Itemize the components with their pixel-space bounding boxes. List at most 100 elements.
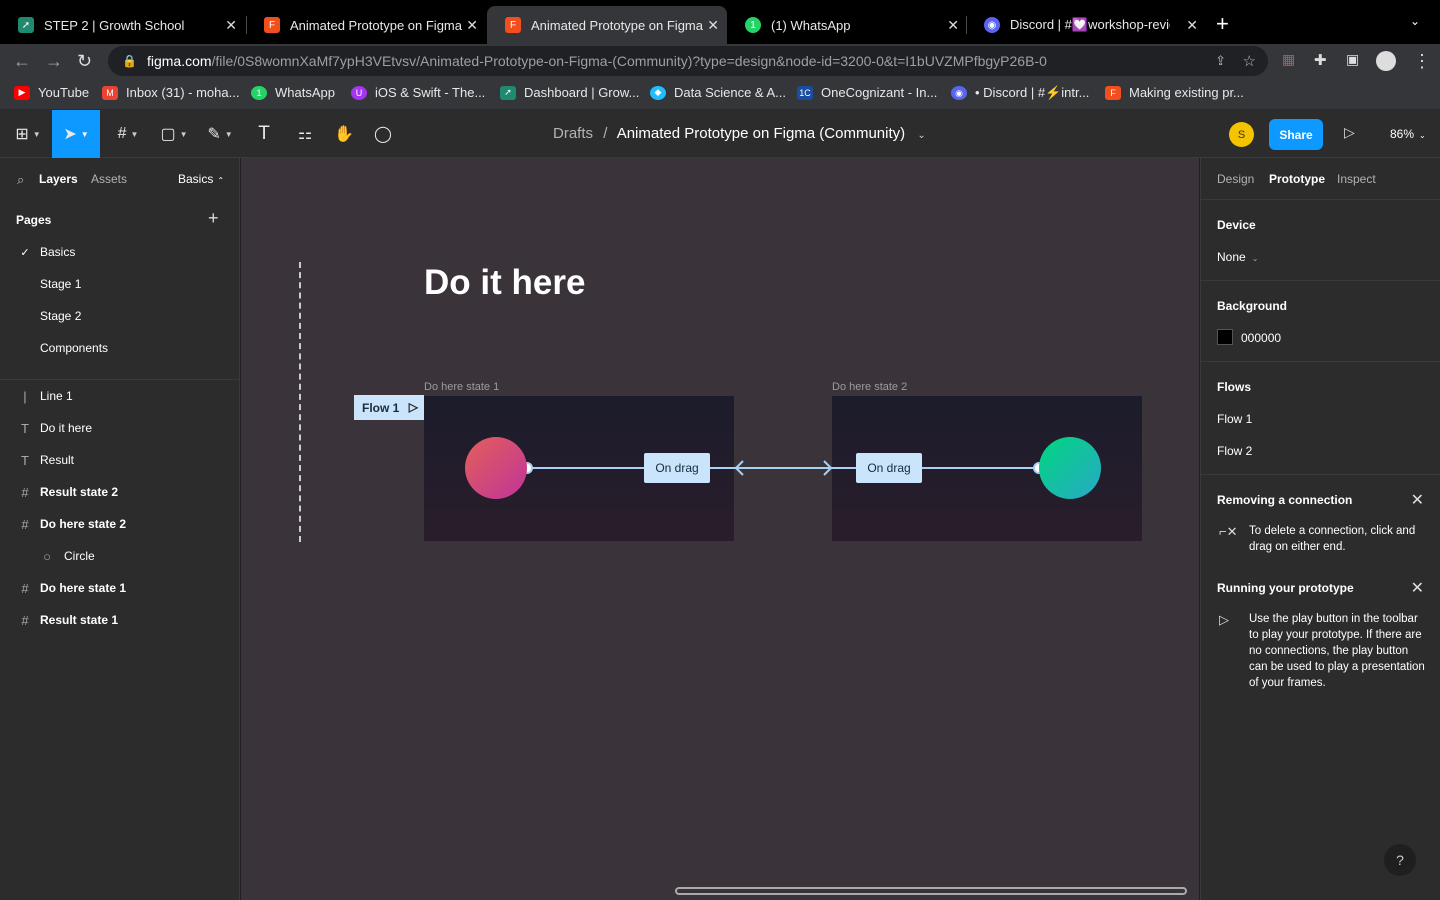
frame-icon: # [21, 516, 29, 532]
file-name[interactable]: Animated Prototype on Figma (Community) [617, 125, 905, 142]
address-bar[interactable]: 🔒 figma.com /file/0S8womnXaMf7ypH3VEtvsv… [108, 46, 1268, 76]
background-hex-input[interactable]: 000000 [1241, 331, 1281, 345]
page-item-components[interactable]: Components [0, 332, 239, 364]
close-tab-icon[interactable]: ✕ [707, 17, 719, 34]
close-tab-icon[interactable]: ✕ [466, 17, 478, 34]
tab-assets[interactable]: Assets [91, 172, 127, 186]
bookmark-star-icon[interactable]: ☆ [1243, 52, 1256, 70]
browser-menu-icon[interactable]: ⋮ [1413, 51, 1431, 72]
hand-tool-button[interactable]: ✋ [328, 110, 360, 158]
zoom-value: 86% [1390, 127, 1415, 141]
add-page-button[interactable]: + [208, 208, 219, 229]
present-play-icon[interactable]: ▷ [1344, 124, 1355, 141]
browser-tab-whatsapp[interactable]: 1 (1) WhatsApp ✕ [727, 6, 967, 44]
extensions-puzzle-icon[interactable]: ✚ [1314, 51, 1327, 69]
frame-tool-button[interactable]: # ▼ [108, 110, 148, 158]
share-button[interactable]: Share [1269, 119, 1323, 150]
rectangle-icon: ▢ [160, 126, 176, 143]
shape-tool-button[interactable]: ▢ ▼ [154, 110, 194, 158]
close-icon[interactable]: ✕ [1411, 578, 1424, 598]
move-tool-button[interactable]: ➤ ▼ [52, 110, 100, 158]
layer-label: Do here state 2 [40, 517, 127, 531]
page-label: Stage 2 [40, 309, 82, 323]
breadcrumb-separator: / [603, 125, 608, 142]
profile-avatar[interactable] [1376, 51, 1396, 71]
bookmark-youtube[interactable]: ▶ YouTube [14, 85, 89, 100]
page-item-basics[interactable]: ✓ Basics [0, 236, 239, 268]
horizontal-scrollbar[interactable] [675, 887, 1187, 895]
search-icon[interactable]: ⌕ [17, 172, 24, 188]
bookmark-onecognizant[interactable]: 1C OneCognizant - In... [797, 85, 937, 100]
layer-row[interactable]: | Line 1 [0, 380, 239, 412]
background-color-swatch[interactable] [1217, 329, 1233, 345]
checkmark-icon: ✓ [20, 246, 30, 259]
color-extension-icon[interactable]: ▦ [1282, 51, 1295, 68]
page-selector[interactable]: Basics ⌃ [178, 172, 224, 186]
layer-row[interactable]: T Result [0, 444, 239, 476]
tab-prototype[interactable]: Prototype [1269, 172, 1325, 186]
tab-layers[interactable]: Layers [39, 172, 78, 186]
layer-row[interactable]: ○ Circle [0, 540, 239, 572]
side-panel-icon[interactable]: ▣ [1346, 51, 1359, 68]
page-item-stage-1[interactable]: Stage 1 [0, 268, 239, 300]
bookmark-whatsapp[interactable]: 1 WhatsApp [251, 85, 335, 100]
browser-navbar: ← → ↻ 🔒 figma.com /file/0S8womnXaMf7ypH3… [0, 44, 1440, 78]
browser-tab-figma-active[interactable]: F Animated Prototype on Figma ( ✕ [487, 6, 727, 44]
on-drag-trigger-1[interactable]: On drag [644, 453, 710, 483]
bookmark-figma[interactable]: F Making existing pr... [1105, 85, 1244, 100]
share-page-icon[interactable]: ⇪ [1215, 53, 1226, 69]
bookmark-dashboard[interactable]: ➚ Dashboard | Grow... [500, 85, 639, 100]
comment-tool-button[interactable]: ◯ [367, 110, 399, 158]
tab-search-chevron-icon[interactable]: ⌄ [1410, 14, 1420, 28]
layer-row[interactable]: # Result state 1 [0, 604, 239, 636]
tab-inspect[interactable]: Inspect [1337, 172, 1376, 186]
growth-school-icon: ➚ [18, 17, 34, 33]
circle-pink[interactable] [465, 437, 527, 499]
close-icon[interactable]: ✕ [1411, 490, 1424, 510]
right-panel: Design Prototype Inspect Device None ⌄ Ba… [1200, 158, 1440, 900]
device-dropdown[interactable]: None ⌄ [1217, 250, 1258, 264]
resources-button[interactable]: ⚏ [289, 110, 321, 158]
bookmark-data-science[interactable]: ◆ Data Science & A... [650, 85, 786, 100]
close-tab-icon[interactable]: ✕ [947, 17, 959, 34]
close-tab-icon[interactable]: ✕ [225, 17, 237, 34]
circle-green[interactable] [1039, 437, 1101, 499]
tab-design[interactable]: Design [1217, 172, 1254, 186]
panel-divider [1201, 361, 1440, 362]
layer-row[interactable]: # Result state 2 [0, 476, 239, 508]
layer-row[interactable]: # Do here state 2 [0, 508, 239, 540]
bookmark-discord[interactable]: ◉ • Discord | #⚡intr... [951, 85, 1089, 101]
breadcrumb: Drafts / Animated Prototype on Figma (Co… [553, 125, 926, 142]
text-tool-button[interactable]: T [248, 110, 280, 158]
tab-title: Discord | #💟workshop-review [1010, 17, 1170, 32]
breadcrumb-drafts[interactable]: Drafts [553, 125, 593, 142]
chevron-down-icon: ⌄ [1251, 254, 1259, 263]
close-tab-icon[interactable]: ✕ [1186, 17, 1198, 34]
frame-icon: # [117, 125, 127, 142]
new-tab-button[interactable]: + [1216, 11, 1229, 37]
back-arrow-icon[interactable]: ← [13, 51, 31, 72]
discord-icon: ◉ [984, 17, 1000, 33]
avatar[interactable]: S [1229, 122, 1254, 147]
browser-tab-figma-1[interactable]: F Animated Prototype on Figma - ✕ [246, 6, 486, 44]
browser-tab-discord[interactable]: ◉ Discord | #💟workshop-review ✕ [966, 6, 1206, 44]
bookmark-ios-swift[interactable]: UiOS & Swift - The... [351, 85, 485, 100]
layer-row[interactable]: T Do it here [0, 412, 239, 444]
chevron-down-icon[interactable]: ⌄ [917, 130, 925, 141]
help-button[interactable]: ? [1384, 844, 1416, 876]
reload-icon[interactable]: ↻ [77, 51, 92, 72]
figma-main-menu-button[interactable]: ⊞ ▼ [8, 110, 48, 158]
forward-arrow-icon[interactable]: → [45, 51, 63, 72]
layer-row[interactable]: # Do here state 1 [0, 572, 239, 604]
browser-tab-growth-school[interactable]: ➚ STEP 2 | Growth School ✕ [0, 6, 245, 44]
bookmark-gmail[interactable]: M Inbox (31) - moha... [102, 85, 239, 100]
zoom-dropdown[interactable]: 86% ⌄ [1390, 127, 1426, 141]
page-item-stage-2[interactable]: Stage 2 [0, 300, 239, 332]
on-drag-trigger-2[interactable]: On drag [856, 453, 922, 483]
pen-tool-button[interactable]: ✎ ▼ [200, 110, 240, 158]
flow-item-2[interactable]: Flow 2 [1217, 444, 1252, 458]
canvas[interactable]: Do it here Do here state 1 Do here state… [241, 158, 1199, 900]
flow-item-1[interactable]: Flow 1 [1217, 412, 1252, 426]
device-heading: Device [1217, 218, 1256, 232]
discord-icon: ◉ [951, 86, 967, 100]
